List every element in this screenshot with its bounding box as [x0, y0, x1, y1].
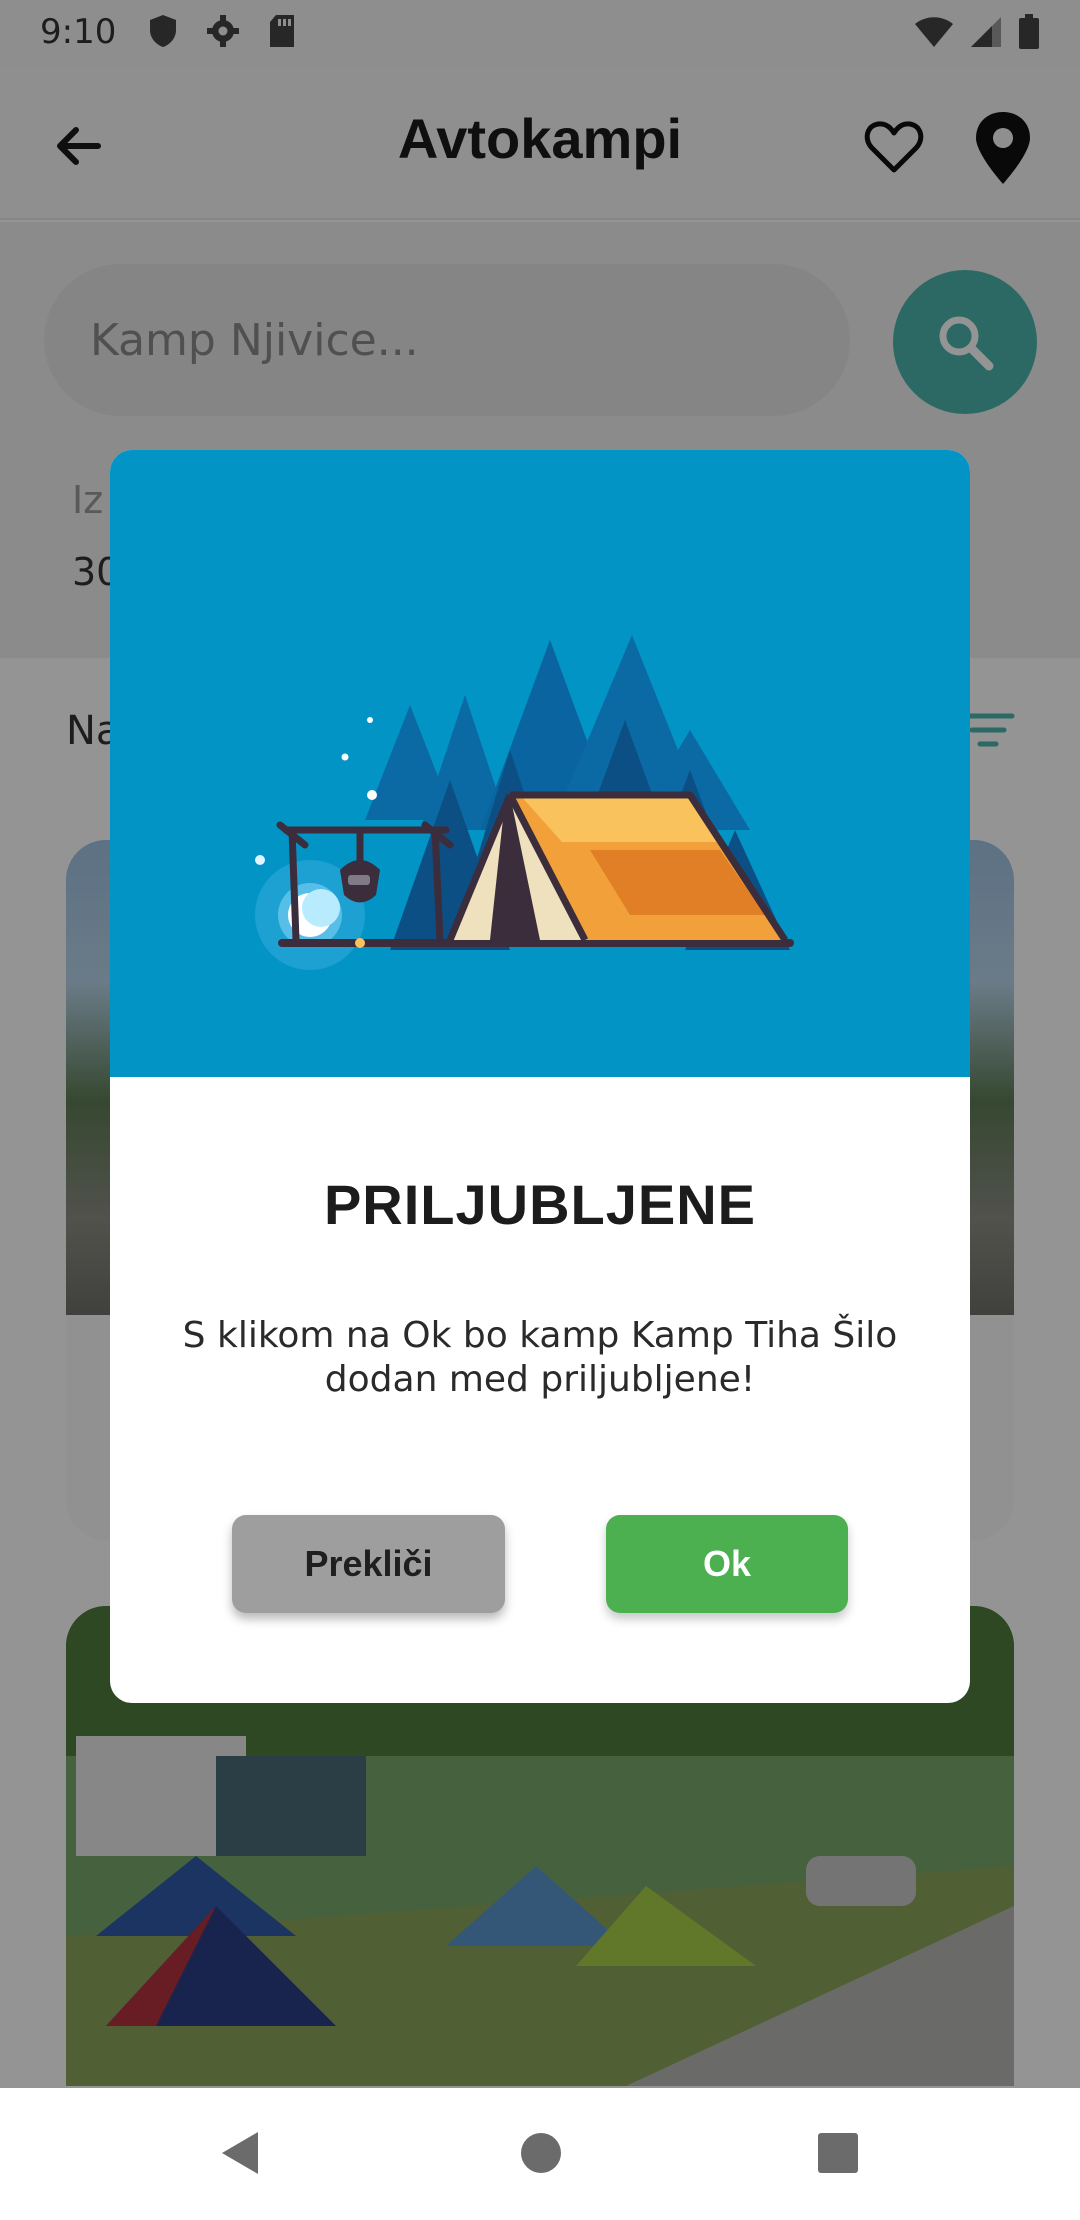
system-nav-bar [0, 2088, 1080, 2220]
dialog-message: S klikom na Ok bo kamp Kamp Tiha Šilo do… [182, 1315, 898, 1400]
nav-home-icon[interactable] [520, 2128, 562, 2178]
nav-recents-icon[interactable] [816, 2128, 860, 2178]
favorites-dialog: PRILJUBLJENE S klikom na Ok bo kamp Kamp… [110, 450, 970, 1703]
nav-back-icon[interactable] [218, 2128, 262, 2178]
ok-button[interactable]: Ok [606, 1515, 848, 1613]
dialog-hero [110, 450, 970, 1077]
dialog-title: PRILJUBLJENE [323, 1173, 757, 1236]
cancel-button[interactable]: Prekliči [232, 1515, 505, 1613]
camping-tent-illustration [255, 635, 794, 970]
